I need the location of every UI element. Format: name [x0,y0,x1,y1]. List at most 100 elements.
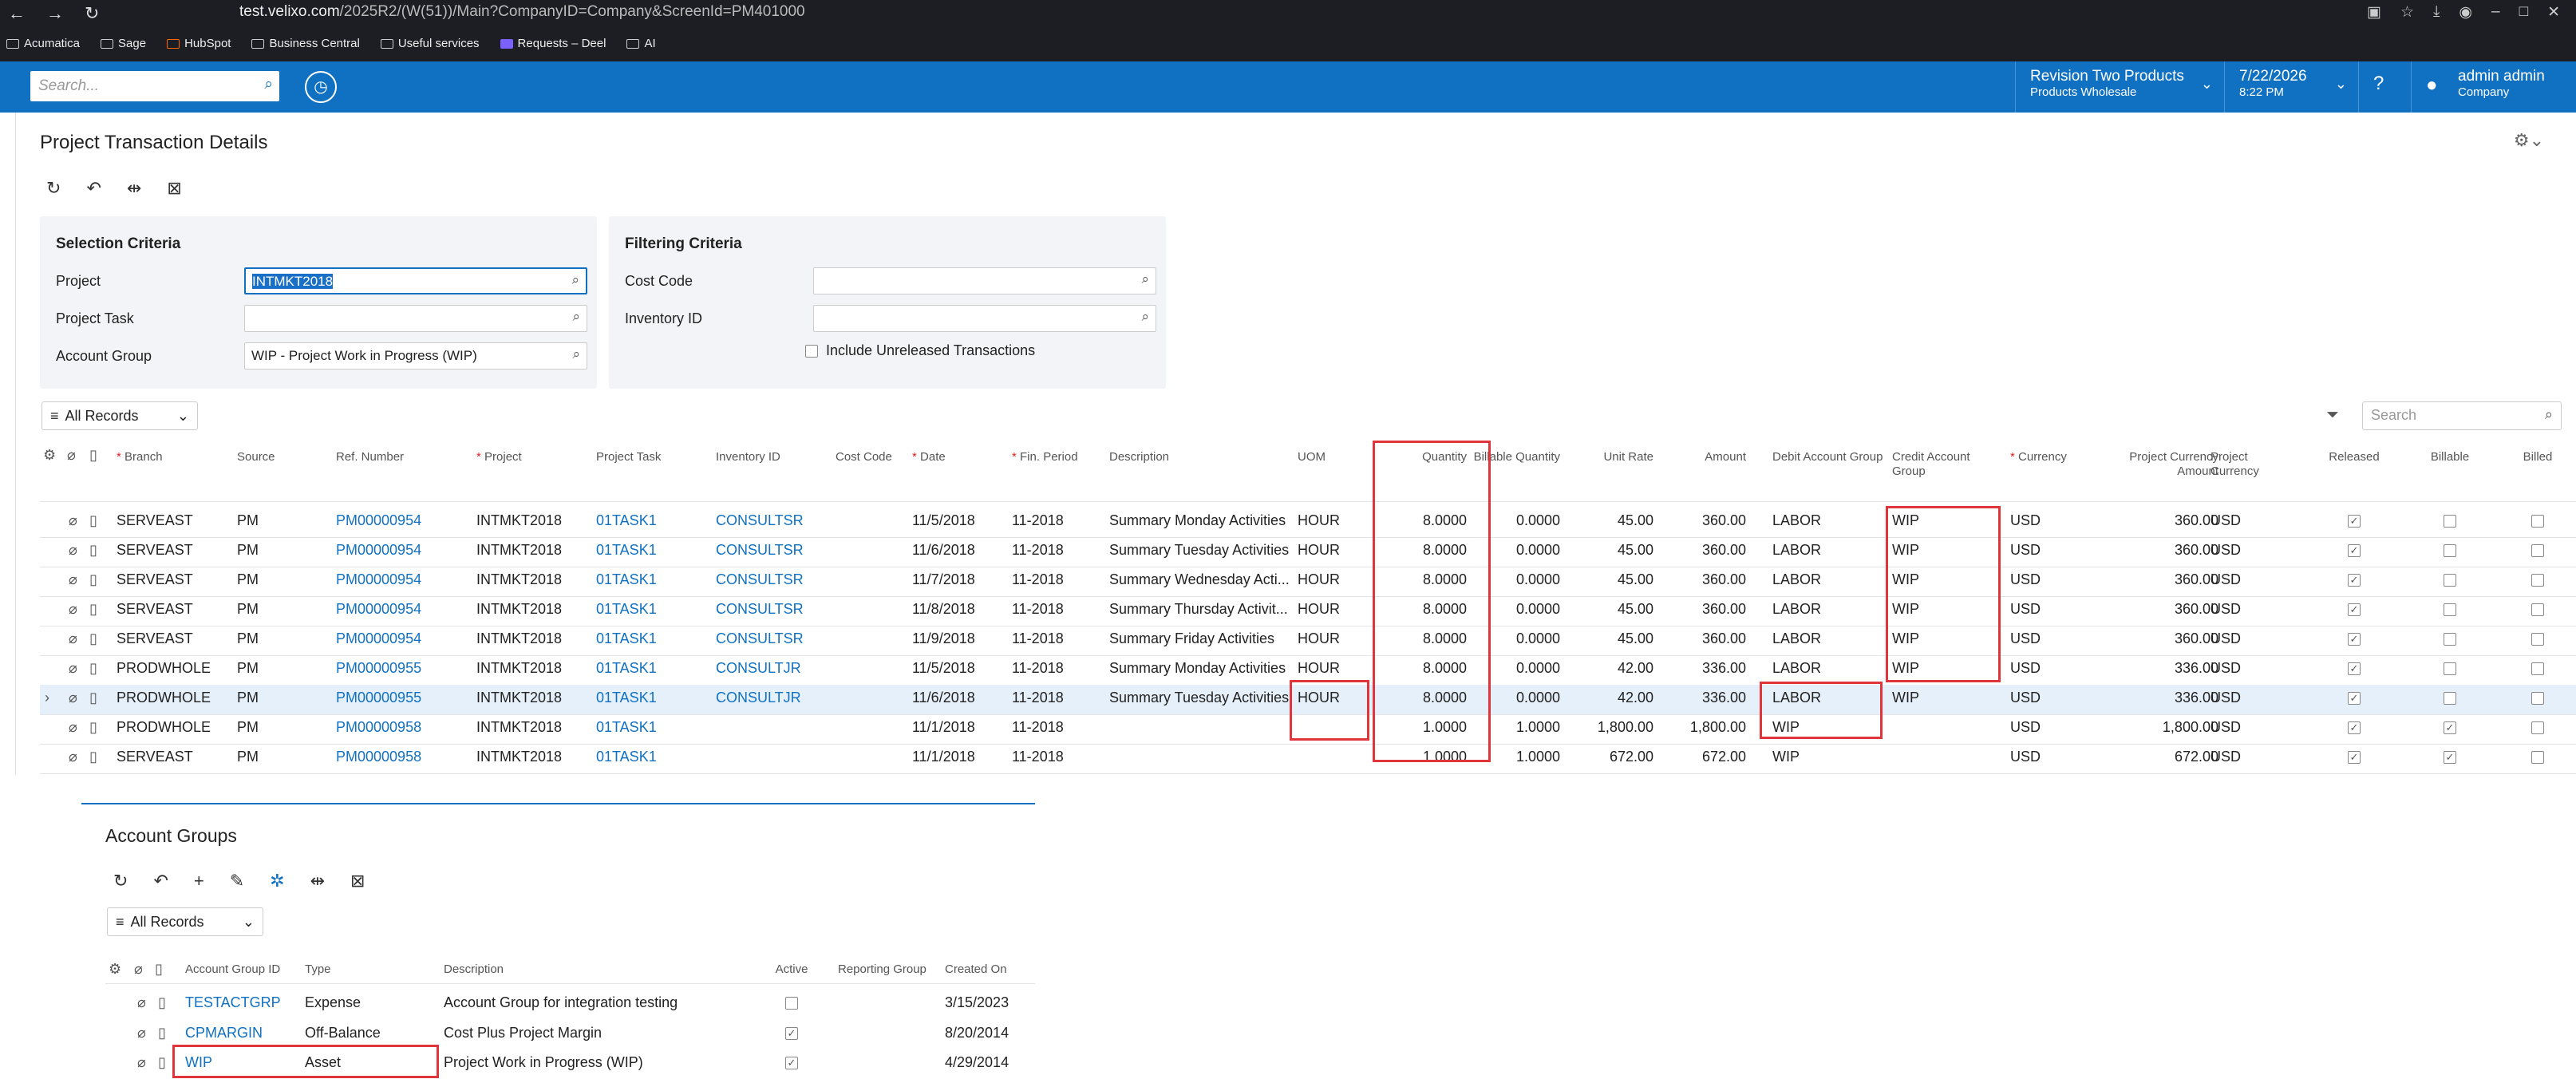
attachment-icon[interactable]: ⌀ [69,512,77,529]
note-icon[interactable]: ▯ [158,994,166,1011]
cell-ref[interactable]: PM00000958 [336,719,464,736]
help-icon[interactable]: ? [2358,61,2411,113]
expand-row-icon[interactable]: › [45,690,49,706]
column-header[interactable]: Currency [2010,450,2090,464]
maximize-icon[interactable]: □ [2519,3,2528,22]
search-icon[interactable]: ⌕ [1141,309,1149,325]
note-icon[interactable]: ▯ [158,1054,166,1071]
column-header[interactable]: Credit Account Group [1892,450,2004,479]
column-header[interactable]: Project Task [596,450,708,464]
column-header[interactable]: Project Currency [2211,450,2290,479]
fit-width-icon[interactable]: ⇹ [310,871,325,891]
account-group-input[interactable]: WIP - Project Work in Progress (WIP) ⌕ [244,342,587,370]
address-bar[interactable]: test.velixo.com/2025R2/(W(51))/Main?Comp… [239,3,805,21]
fit-width-icon[interactable]: ⇹ [127,178,141,199]
note-icon[interactable]: ▯ [89,719,97,736]
splitter[interactable] [81,803,1035,804]
attachment-icon[interactable]: ⌀ [137,1025,146,1041]
bookmark[interactable]: Business Central [251,37,360,50]
column-header[interactable]: Project Currency Amount [2107,450,2218,479]
attachment-icon[interactable]: ⌀ [137,994,146,1011]
global-search-input[interactable]: Search... ⌕ [30,71,279,101]
cell-task[interactable]: 01TASK1 [596,571,708,588]
attachment-icon[interactable]: ⌀ [69,660,77,677]
attachment-icon[interactable]: ⌀ [69,571,77,588]
column-header[interactable]: Released [2314,450,2394,464]
attachment-icon[interactable]: ⌀ [67,447,76,464]
column-header[interactable]: Reporting Group [838,962,958,977]
include-unreleased-checkbox[interactable] [805,344,818,358]
note-icon[interactable]: ▯ [89,601,97,618]
bookmark[interactable]: HubSpot [167,37,231,50]
search-icon[interactable]: ⌕ [572,346,580,362]
note-icon[interactable]: ▯ [155,961,163,978]
cell-inv[interactable]: CONSULTJR [716,690,828,706]
bookmark[interactable]: AI [626,37,656,50]
search-icon[interactable]: ⌕ [264,76,273,93]
reload-icon[interactable]: ↻ [85,3,99,24]
column-header[interactable]: Account Group ID [185,962,305,977]
attachment-icon[interactable]: ⌀ [69,690,77,706]
column-header[interactable]: Type [305,962,425,977]
close-icon[interactable]: ✕ [2547,3,2560,22]
filter-icon[interactable]: ⏷ [2326,406,2339,425]
settings-icon[interactable]: ⚙ [43,447,56,464]
cell-inv[interactable]: CONSULTSR [716,512,828,529]
project-task-input[interactable]: ⌕ [244,305,587,332]
note-icon[interactable]: ▯ [89,630,97,647]
cell-inv[interactable]: CONSULTJR [716,660,828,677]
cell-ref[interactable]: PM00000955 [336,690,464,706]
column-header[interactable]: Billable [2410,450,2490,464]
link-icon[interactable]: ✲ [270,871,284,891]
date-selector[interactable]: 7/22/2026 8:22 PM ⌄ [2224,61,2358,113]
cell-task[interactable]: 01TASK1 [596,749,708,765]
cell-task[interactable]: 01TASK1 [596,690,708,706]
undo-icon[interactable]: ↶ [153,871,168,891]
bookmark[interactable]: Sage [101,37,146,50]
minimize-icon[interactable]: – [2491,3,2500,22]
settings-gear-icon[interactable]: ⚙⌄ [2514,130,2544,151]
cell-ref[interactable]: PM00000954 [336,542,464,559]
note-icon[interactable]: ▯ [89,749,97,765]
column-header[interactable]: Unit Rate [1566,450,1653,464]
cell-task[interactable]: 01TASK1 [596,660,708,677]
export-excel-icon[interactable]: ⊠ [350,871,365,891]
download-icon[interactable]: ⤓ [2433,3,2440,22]
search-icon[interactable]: ⌕ [1141,271,1149,287]
search-icon[interactable]: ⌕ [2545,406,2553,423]
note-icon[interactable]: ▯ [89,660,97,677]
attachment-icon[interactable]: ⌀ [69,601,77,618]
note-icon[interactable]: ▯ [89,512,97,529]
settings-icon[interactable]: ⚙ [109,961,121,978]
extension-icon[interactable]: ▣ [2367,3,2381,22]
cell-task[interactable]: 01TASK1 [596,630,708,647]
undo-icon[interactable]: ↶ [86,178,101,199]
attachment-icon[interactable]: ⌀ [69,542,77,559]
cell-ref[interactable]: PM00000954 [336,571,464,588]
star-icon[interactable]: ☆ [2400,3,2414,22]
column-header[interactable]: UOM [1298,450,1369,464]
cell-task[interactable]: 01TASK1 [596,601,708,618]
cell-inv[interactable]: CONSULTSR [716,542,828,559]
column-header[interactable]: Debit Account Group [1772,450,1884,464]
inventory-id-input[interactable]: ⌕ [813,305,1156,332]
attachment-icon[interactable]: ⌀ [69,749,77,765]
note-icon[interactable]: ▯ [89,690,97,706]
cell-ref[interactable]: PM00000954 [336,630,464,647]
cell-task[interactable]: 01TASK1 [596,719,708,736]
column-header[interactable]: Date [912,450,1008,464]
column-header[interactable]: Source [237,450,325,464]
column-header[interactable]: Created On [945,962,1065,977]
project-input[interactable]: INTMKT2018 ⌕ [244,267,587,294]
grid-search-input[interactable]: Search ⌕ [2362,401,2562,430]
user-menu[interactable]: ● admin admin Company [2411,61,2576,113]
bookmark[interactable]: Useful services [380,37,480,50]
cost-code-input[interactable]: ⌕ [813,267,1156,294]
cell-ref[interactable]: PM00000958 [336,749,464,765]
note-icon[interactable]: ▯ [89,571,97,588]
column-header[interactable]: Inventory ID [716,450,828,464]
back-icon[interactable]: ← [8,3,26,24]
add-icon[interactable]: + [194,871,204,891]
column-header[interactable]: Branch [117,450,228,464]
column-header[interactable]: Amount [1658,450,1746,464]
